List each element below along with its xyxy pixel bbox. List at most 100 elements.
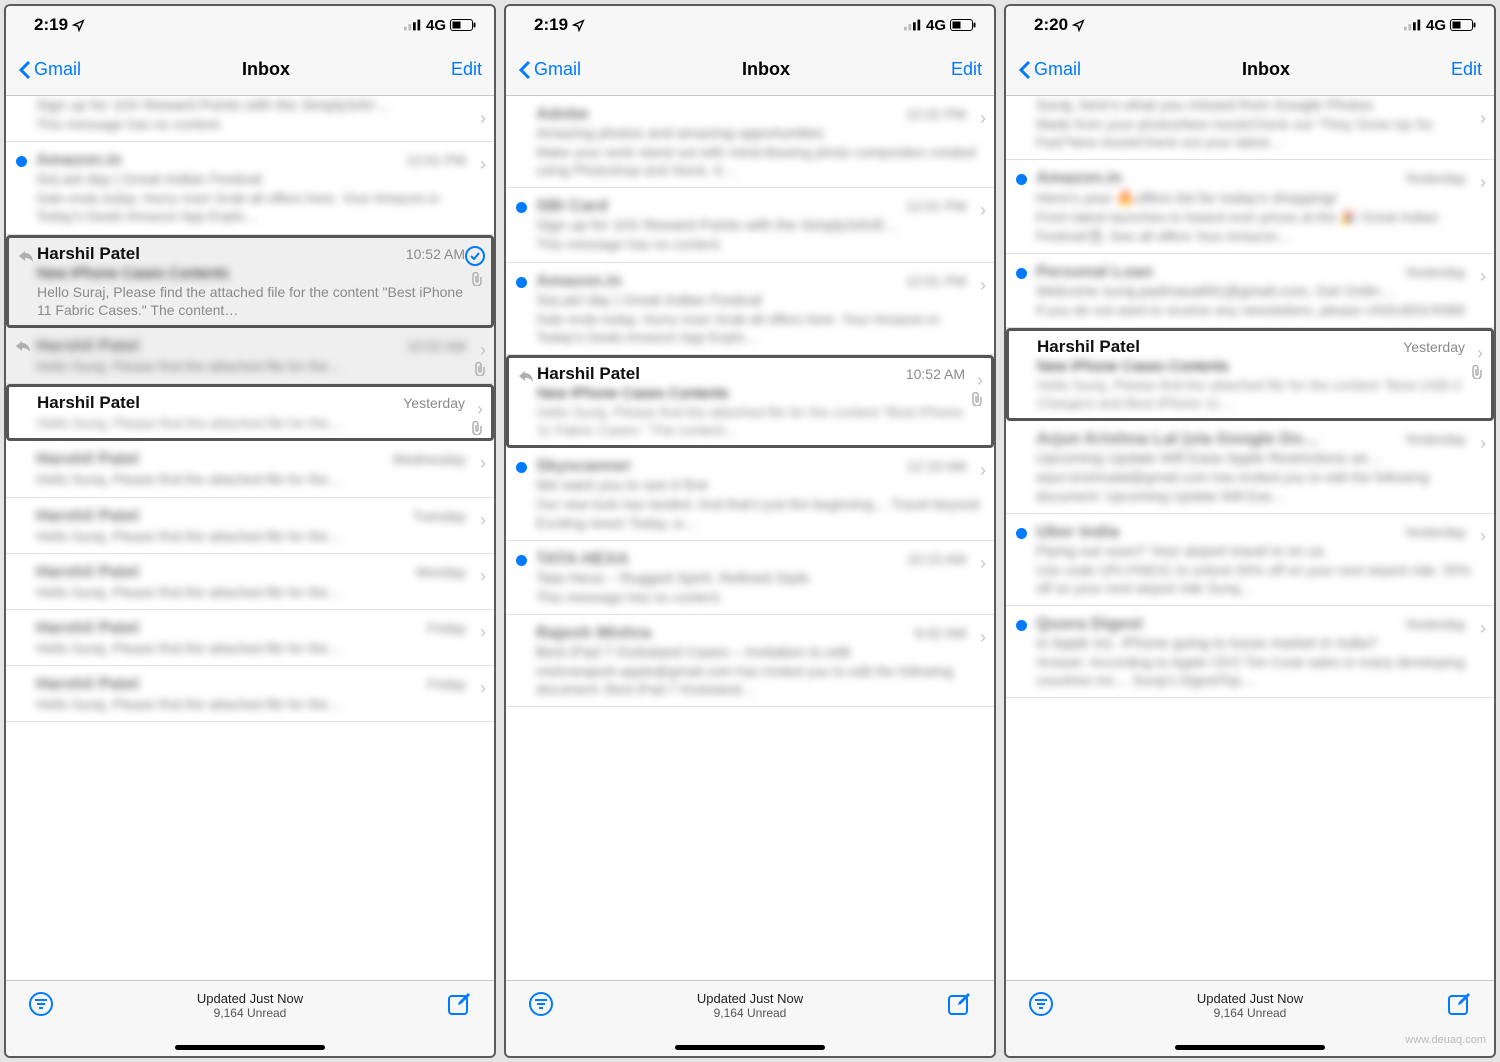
- home-indicator[interactable]: [175, 1045, 325, 1050]
- status-right: 4G: [1404, 17, 1476, 34]
- email-time: 12:01 PM: [906, 273, 966, 289]
- email-subject: Sign up for 10X Reward Points with the S…: [536, 217, 982, 234]
- home-indicator[interactable]: [1175, 1045, 1325, 1050]
- email-sender: TATA HEXA: [536, 549, 629, 569]
- email-sender: Harshil Patel: [37, 244, 140, 264]
- email-subject: Upcoming Update Will Ease Apple Restrict…: [1036, 450, 1482, 467]
- email-row[interactable]: Adobe12:22 PMAmazing photos and amazing …: [506, 96, 994, 188]
- unread-dot-icon: [516, 202, 527, 213]
- back-button[interactable]: Gmail: [18, 59, 81, 80]
- email-time: Friday: [427, 676, 466, 692]
- email-row[interactable]: Harshil PatelYesterdayNew iPhone Cases C…: [1006, 328, 1494, 421]
- email-row[interactable]: Harshil PatelYesterdayHello Suraj, Pleas…: [6, 384, 494, 441]
- email-preview: Answer: According to Apple CEO Tim Cook …: [1036, 653, 1482, 689]
- email-sender: Harshil Patel: [36, 506, 139, 526]
- email-row[interactable]: SBI Card12:22 PMSign up for 10X Reward P…: [6, 96, 494, 142]
- filter-button[interactable]: [28, 991, 54, 1024]
- compose-button[interactable]: [946, 991, 972, 1024]
- email-preview: Hello Suraj, Please find the attached fi…: [36, 695, 482, 713]
- email-subject: SoLast day | Great Indian Festival: [36, 171, 482, 188]
- edit-button[interactable]: Edit: [951, 59, 982, 80]
- chevron-left-icon: [518, 60, 532, 80]
- email-sender: Harshil Patel: [36, 449, 139, 469]
- chevron-right-icon: ›: [980, 108, 986, 129]
- selected-check-icon[interactable]: [465, 246, 485, 266]
- email-sender: Quora Digest: [1036, 614, 1143, 634]
- email-time: 12:22 PM: [906, 106, 966, 122]
- email-time: Yesterday: [1404, 524, 1466, 540]
- email-preview: mishrarajesh.apple@gmail.com has invited…: [536, 662, 982, 698]
- email-row[interactable]: Harshil Patel10:52 AMNew iPhone Cases Co…: [6, 235, 494, 328]
- unread-dot-icon: [516, 555, 527, 566]
- toolbar: Updated Just Now 9,164 Unread: [506, 980, 994, 1056]
- chevron-right-icon: ›: [480, 622, 486, 643]
- email-row[interactable]: Harshil PatelMondayHello Suraj, Please f…: [6, 554, 494, 610]
- email-row[interactable]: Quora DigestYesterdayIs Apple Inc. iPhon…: [1006, 606, 1494, 698]
- email-preview: Make your work stand out with mind-blowi…: [536, 143, 982, 179]
- edit-button[interactable]: Edit: [451, 59, 482, 80]
- edit-button[interactable]: Edit: [1451, 59, 1482, 80]
- unread-dot-icon: [1016, 174, 1027, 185]
- location-icon: [1072, 19, 1085, 32]
- compose-button[interactable]: [446, 991, 472, 1024]
- email-preview: Made from your photosNew movieCheck out …: [1036, 115, 1482, 151]
- email-preview: From latest launches to lowest ever pric…: [1036, 208, 1482, 244]
- filter-button[interactable]: [1028, 991, 1054, 1024]
- reply-icon: [16, 340, 30, 356]
- attachment-icon: [471, 421, 483, 438]
- email-row[interactable]: Harshil PatelFridayHello Suraj, Please f…: [6, 610, 494, 666]
- email-row[interactable]: Harshil PatelFridayHello Suraj, Please f…: [6, 666, 494, 722]
- email-row[interactable]: Amazon.inYesterdayHere's your 🔥offers li…: [1006, 160, 1494, 253]
- email-time: 10:52 AM: [406, 246, 465, 262]
- phone-screen-1: 2:19 4G Gmail Inbox Edit SBI Card12:22 P…: [4, 4, 496, 1058]
- email-row[interactable]: Skyscanner12:19 AMWe want you to see it …: [506, 448, 994, 540]
- email-preview: This message has no content.: [536, 588, 982, 606]
- email-row[interactable]: Harshil PatelTuesdayHello Suraj, Please …: [6, 498, 494, 554]
- signal-icon: [904, 19, 922, 31]
- email-row[interactable]: Arjun Krishna Lal (via Google Do…Yesterd…: [1006, 421, 1494, 513]
- chevron-right-icon: ›: [1480, 266, 1486, 287]
- email-subject: New iPhone Cases Contents: [537, 385, 981, 402]
- email-sender: Skyscanner: [536, 456, 631, 476]
- email-row[interactable]: Harshil Patel10:52 AMHello Suraj, Please…: [6, 328, 494, 384]
- email-sender: Adobe: [536, 104, 589, 124]
- email-row[interactable]: Uber IndiaYesterdayFlying out soon? Your…: [1006, 514, 1494, 606]
- filter-button[interactable]: [528, 991, 554, 1024]
- nav-bar: Gmail Inbox Edit: [1006, 44, 1494, 96]
- email-time: Friday: [427, 620, 466, 636]
- email-row[interactable]: GoogleSuraj, here's what you missed from…: [1006, 96, 1494, 160]
- email-row[interactable]: Amazon.in12:01 PMSoLast day | Great Indi…: [506, 263, 994, 355]
- email-row[interactable]: Rajesh Mishra9:42 AMBest iPad 7 Kickstan…: [506, 615, 994, 707]
- email-row[interactable]: Personal LoanYesterdayWelcome suraj.padm…: [1006, 254, 1494, 328]
- reply-icon: [519, 370, 533, 386]
- compose-button[interactable]: [1446, 991, 1472, 1024]
- status-time: 2:19: [534, 15, 585, 35]
- email-list[interactable]: SBI Card12:22 PMSign up for 10X Reward P…: [6, 96, 494, 980]
- email-subject: Here's your 🔥offers list for today's sho…: [1036, 189, 1482, 207]
- back-button[interactable]: Gmail: [518, 59, 581, 80]
- chevron-right-icon: ›: [480, 340, 486, 361]
- nav-bar: Gmail Inbox Edit: [506, 44, 994, 96]
- email-time: 12:01 PM: [906, 198, 966, 214]
- email-row[interactable]: SBI Card12:01 PMSign up for 10X Reward P…: [506, 188, 994, 262]
- email-list[interactable]: Adobe12:22 PMAmazing photos and amazing …: [506, 96, 994, 980]
- email-sender: Rajesh Mishra: [536, 623, 651, 643]
- chevron-right-icon: ›: [1480, 618, 1486, 639]
- email-subject: Suraj, here's what you missed from Googl…: [1036, 97, 1482, 114]
- back-button[interactable]: Gmail: [1018, 59, 1081, 80]
- chevron-right-icon: ›: [1480, 526, 1486, 547]
- email-preview: Sale ends today. Hurry now! Grab all off…: [536, 310, 982, 346]
- chevron-right-icon: ›: [480, 678, 486, 699]
- nav-bar: Gmail Inbox Edit: [6, 44, 494, 96]
- email-row[interactable]: TATA HEXA10:15 AMTata Hexa – Rugged Spir…: [506, 541, 994, 615]
- email-row[interactable]: Harshil PatelWednesdayHello Suraj, Pleas…: [6, 441, 494, 497]
- email-time: 10:15 AM: [907, 551, 966, 567]
- email-list[interactable]: GoogleSuraj, here's what you missed from…: [1006, 96, 1494, 980]
- email-row[interactable]: Harshil Patel10:52 AMNew iPhone Cases Co…: [506, 355, 994, 448]
- toolbar-status: Updated Just Now 9,164 Unread: [1197, 991, 1303, 1020]
- home-indicator[interactable]: [675, 1045, 825, 1050]
- email-row[interactable]: Amazon.in12:01 PMSoLast day | Great Indi…: [6, 142, 494, 234]
- phone-screen-2: 2:19 4G Gmail Inbox Edit Adobe12:22 PMAm…: [504, 4, 996, 1058]
- email-sender: Harshil Patel: [537, 364, 640, 384]
- phone-screen-3: 2:20 4G Gmail Inbox Edit GoogleSuraj, he…: [1004, 4, 1496, 1058]
